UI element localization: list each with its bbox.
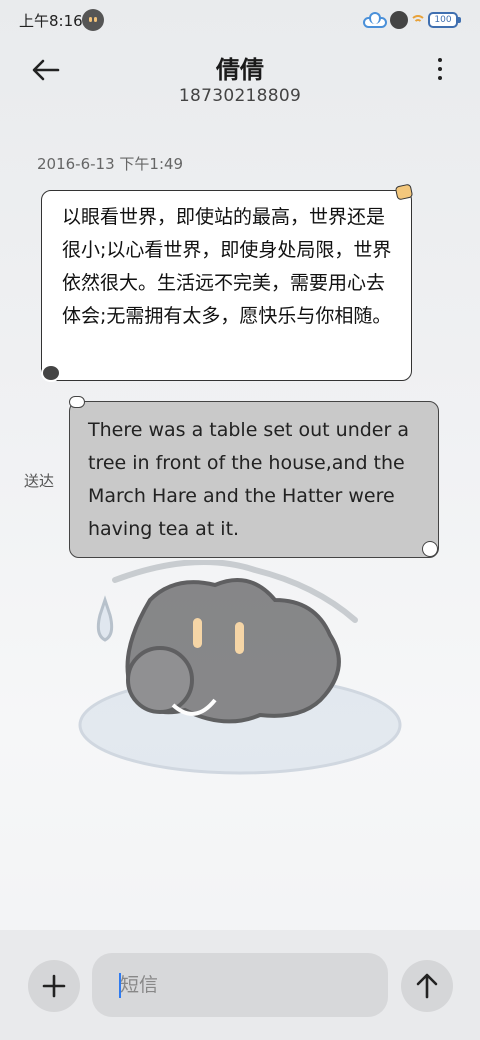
wifi-icon bbox=[410, 13, 426, 27]
arrow-up-icon bbox=[416, 973, 438, 999]
battery-icon: 100 bbox=[428, 12, 461, 28]
delivered-status-label: 送达 bbox=[24, 472, 55, 490]
bear-icon bbox=[41, 364, 61, 382]
message-input[interactable] bbox=[92, 953, 388, 1017]
cloud-icon bbox=[69, 396, 85, 408]
status-time: 上午8:16 bbox=[19, 12, 83, 30]
cloud-icon bbox=[362, 11, 388, 29]
plus-icon bbox=[42, 974, 66, 998]
more-options-button[interactable] bbox=[430, 54, 450, 84]
bear-icon bbox=[390, 11, 408, 29]
status-bar: 上午8:16 100 bbox=[0, 0, 480, 40]
contact-number: 18730218809 bbox=[178, 86, 302, 106]
background-character-illustration bbox=[78, 560, 402, 775]
received-message-bubble[interactable]: 以眼看世界，即使站的最高，世界还是很小;以心看世界，即使身处局限，世界依然很大。… bbox=[41, 190, 412, 381]
contact-name: 倩倩 bbox=[216, 56, 264, 84]
status-icons: 100 bbox=[362, 9, 461, 31]
sent-message-bubble[interactable]: There was a table set out under a tree i… bbox=[69, 401, 439, 558]
bunny-icon bbox=[422, 541, 438, 557]
more-vertical-icon bbox=[438, 58, 442, 62]
message-timestamp: 2016-6-13 下午1:49 bbox=[37, 155, 184, 173]
send-button[interactable] bbox=[401, 960, 453, 1012]
text-cursor bbox=[119, 973, 121, 998]
status-avatar-icon bbox=[82, 9, 104, 31]
attach-button[interactable] bbox=[28, 960, 80, 1012]
